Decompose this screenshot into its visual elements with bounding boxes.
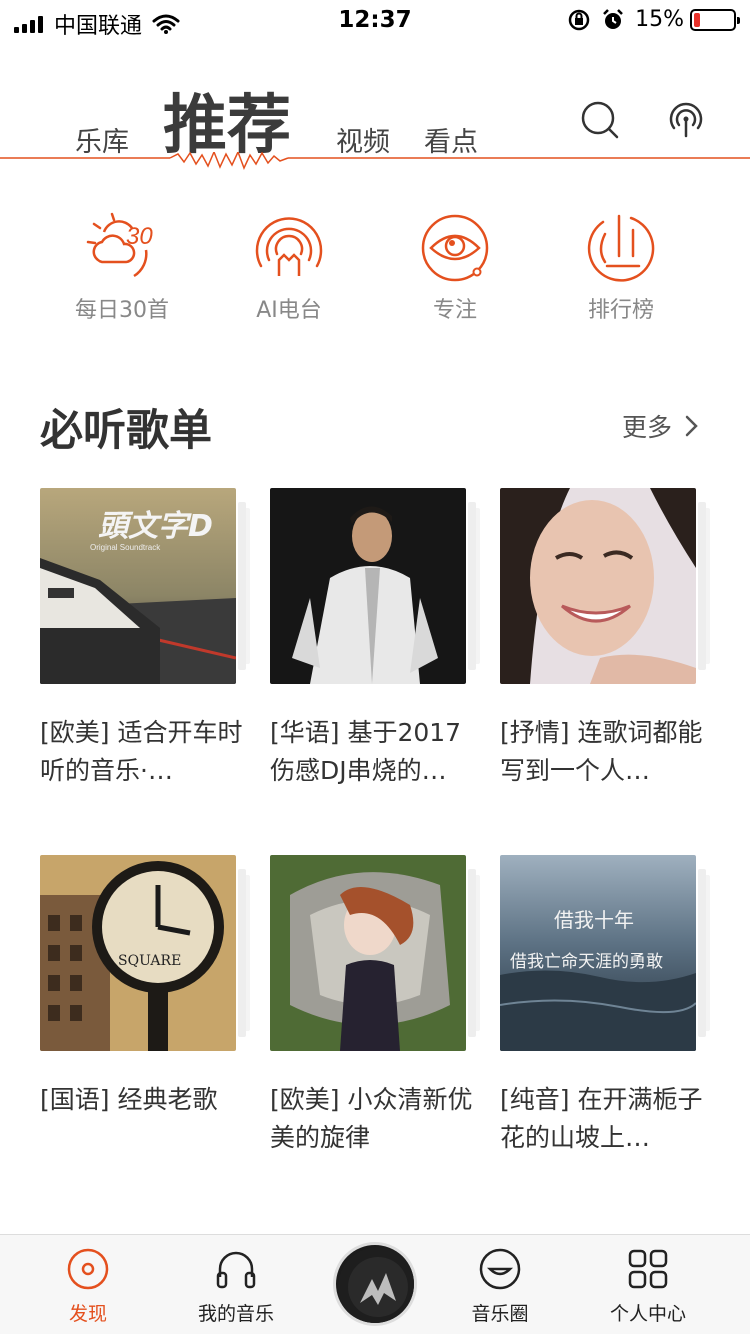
status-bar: 中国联通 12:37 15% (0, 0, 750, 40)
entry-label: 每日30首 (75, 298, 169, 323)
svg-text:借我亡命天涯的勇敢: 借我亡命天涯的勇敢 (510, 952, 663, 972)
grid-icon (628, 1249, 668, 1289)
entry-daily-30[interactable]: 30 每日30首 (57, 210, 187, 324)
ai-radio-icon (255, 217, 323, 276)
entry-label: 专注 (432, 298, 477, 323)
svg-text:借我十年: 借我十年 (554, 908, 634, 932)
playlist-cover[interactable] (500, 488, 696, 684)
tab-music-circle[interactable]: 音乐圈 (440, 1247, 560, 1326)
cover-sea: 借我十年 借我亡命天涯的勇敢 (500, 855, 696, 1051)
cover-girl-on-grass (270, 855, 466, 1051)
playlist-title[interactable]: [欧美] 适合开车时听的音乐·… (40, 714, 255, 790)
svg-text:SQUARE: SQUARE (118, 953, 181, 969)
rotation-lock-icon (568, 9, 590, 30)
search-icon[interactable] (580, 100, 620, 140)
cover-portrait-man (270, 488, 466, 684)
quick-entries: 30 每日30首 AI电台 专注 排行榜 (0, 210, 750, 330)
playlist-cover[interactable]: 借我十年 借我亡命天涯的勇敢 (500, 855, 696, 1051)
tab-label: 个人中心 (609, 1303, 686, 1325)
smile-circle-icon (479, 1248, 521, 1290)
section-title: 必听歌单 (40, 406, 212, 456)
playlist-card[interactable]: SQUARE [国语] 经典老歌 (40, 855, 250, 1114)
entry-ai-radio[interactable]: AI电台 (224, 210, 354, 324)
playlist-cover[interactable] (270, 488, 466, 684)
battery-percent: 15% (635, 7, 684, 32)
playlist-cover[interactable] (270, 855, 466, 1051)
status-right: 15% (567, 7, 740, 32)
playlist-title[interactable]: [欧美] 小众清新优美的旋律 (270, 1081, 485, 1157)
playlist-title[interactable]: [华语] 基于2017伤感DJ串烧的… (270, 714, 485, 790)
tab-label: 我的音乐 (197, 1303, 274, 1325)
entry-ranking[interactable]: 排行榜 (556, 210, 686, 324)
battery-icon (690, 8, 740, 31)
soundwave-divider (0, 152, 750, 170)
playlist-card[interactable]: [欧美] 小众清新优美的旋律 (270, 855, 480, 1152)
playlist-title[interactable]: [纯音] 在开满栀子花的山坡上… (500, 1081, 715, 1157)
svg-text:30: 30 (126, 223, 153, 250)
focus-eye-icon (421, 214, 489, 282)
entry-label: 排行榜 (587, 298, 654, 323)
entry-focus[interactable]: 专注 (390, 210, 520, 324)
daily-30-icon: 30 (86, 212, 153, 278)
disc-icon (67, 1248, 109, 1290)
playlist-cover[interactable]: 頭文字D Original Soundtrack (40, 488, 236, 684)
svg-text:Original Soundtrack: Original Soundtrack (90, 543, 161, 552)
playlist-cover[interactable]: SQUARE (40, 855, 236, 1051)
chevron-right-icon (685, 415, 698, 437)
listen-recognize-icon[interactable] (666, 100, 706, 140)
entry-label: AI电台 (256, 298, 322, 323)
headphones-icon (216, 1251, 256, 1289)
playlist-title[interactable]: [国语] 经典老歌 (40, 1081, 255, 1157)
svg-text:頭文字D: 頭文字D (98, 509, 213, 544)
tab-discover[interactable]: 发现 (28, 1247, 148, 1326)
cover-street-clock: SQUARE (40, 855, 236, 1051)
alarm-icon (603, 8, 623, 29)
cover-smiling-woman (500, 488, 696, 684)
cover-initial-d: 頭文字D Original Soundtrack (40, 488, 236, 684)
tab-label: 发现 (68, 1303, 107, 1325)
more-link[interactable]: 更多 (622, 408, 700, 444)
tab-label: 音乐圈 (471, 1303, 529, 1325)
playlist-title[interactable]: [抒情] 连歌词都能写到一个人… (500, 714, 715, 790)
chart-rank-icon (587, 214, 655, 282)
tab-my-music[interactable]: 我的音乐 (176, 1247, 296, 1326)
playlist-card[interactable]: [抒情] 连歌词都能写到一个人… (500, 488, 710, 785)
now-playing-disc[interactable] (333, 1242, 417, 1326)
more-label: 更多 (622, 413, 673, 442)
playlist-card[interactable]: 頭文字D Original Soundtrack [欧美] 适合开车时听的音乐·… (40, 488, 250, 785)
playlist-card[interactable]: [华语] 基于2017伤感DJ串烧的… (270, 488, 480, 785)
tab-profile[interactable]: 个人中心 (588, 1247, 708, 1326)
playlist-card[interactable]: 借我十年 借我亡命天涯的勇敢 [纯音] 在开满栀子花的山坡上… (500, 855, 710, 1152)
